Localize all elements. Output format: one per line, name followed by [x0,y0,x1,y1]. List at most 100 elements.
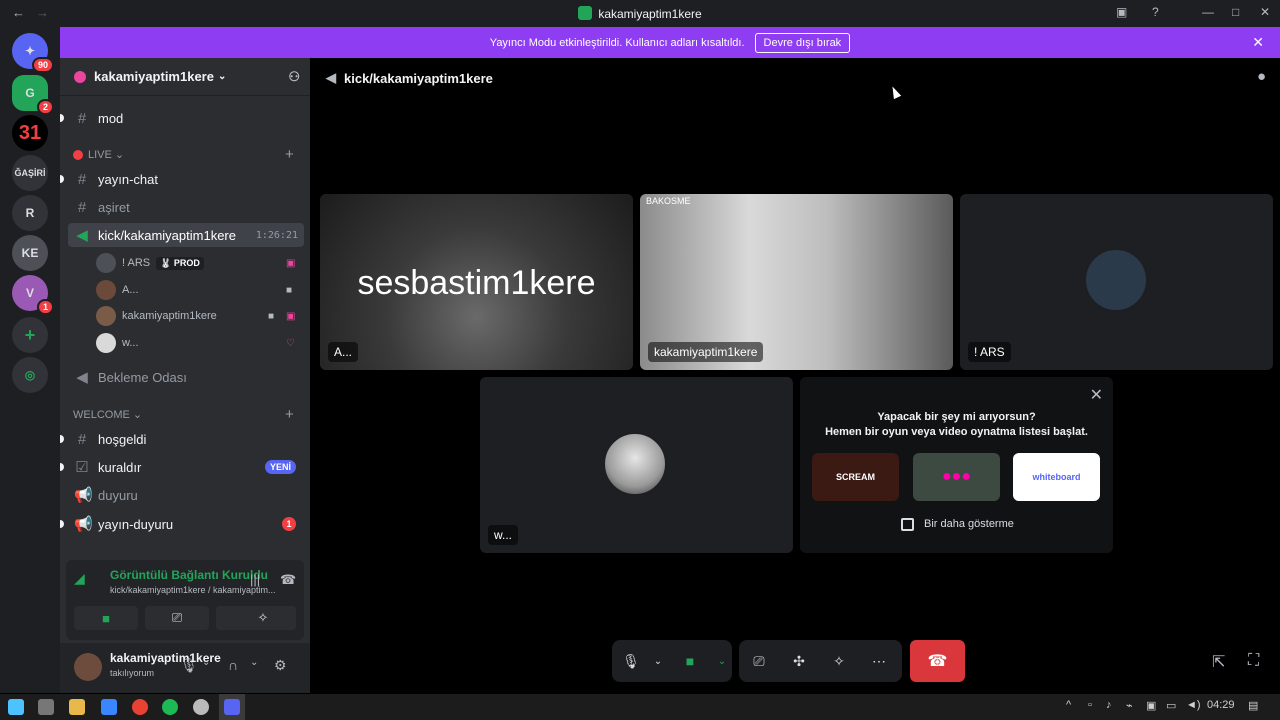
tray-usb-icon[interactable]: ⌁ [1126,699,1133,712]
voice-user[interactable]: kakamiyaptim1kere ■ ▣ [96,303,300,329]
disconnect-icon[interactable]: ☎ [280,572,296,588]
popout-icon[interactable]: ⇱ [1212,652,1225,672]
activity-card[interactable]: SCREAM [812,453,899,501]
server-icon-31[interactable]: 31 [12,115,48,151]
spotify-icon[interactable] [162,699,178,715]
add-channel-icon[interactable]: + [285,406,294,423]
voice-user[interactable]: w... ♡ [96,330,300,356]
disable-streamer-mode-button[interactable]: Devre dışı bırak [754,32,851,53]
avatar [96,253,116,273]
discord-icon[interactable] [224,699,240,715]
vscode-icon[interactable] [101,699,117,715]
voice-user[interactable]: A... ■ [96,277,300,303]
tray-app-icon[interactable]: ▫ [1088,699,1092,711]
server-icon-v[interactable]: V1 [12,275,54,315]
channel-kuraldir[interactable]: ☑ kuraldır YENİ [60,455,304,479]
avatar [1084,248,1148,312]
activity-card[interactable]: whiteboard [1013,453,1100,501]
tray-network-icon[interactable]: ▣ [1146,699,1156,712]
notification-icon[interactable]: ▤ [1248,699,1258,712]
chevron-down-icon[interactable]: ⌄ [714,656,730,667]
screen-share-icon[interactable]: ⎚ [739,653,779,670]
channel-duyuru[interactable]: 📢 duyuru [68,483,304,507]
soundboard-icon[interactable]: ✧ [819,653,859,670]
category-live[interactable]: LIVE ⌄ + [73,146,294,163]
tray-mic-icon[interactable]: ♪ [1106,699,1112,711]
server-icon-r[interactable]: R [12,195,48,231]
video-tile[interactable]: BAKOSME kakamiyaptim1kere [640,194,953,370]
channel-asiret[interactable]: # aşiret [68,195,304,219]
leave-call-button[interactable]: ☎ [910,640,965,682]
video-tile[interactable]: ! ARS [960,194,1273,370]
steam-icon[interactable] [193,699,209,715]
help-icon[interactable]: ? [1152,5,1159,19]
channel-yayin-chat[interactable]: # yayın-chat [60,167,304,191]
channel-hosgeldi[interactable]: # hoşgeldi [60,427,304,451]
chevron-down-icon[interactable]: ⌄ [650,656,666,667]
streaming-icon: ▣ [286,310,296,322]
file-explorer-icon[interactable] [69,699,85,715]
screen-share-button[interactable]: ⎚ [145,606,209,630]
add-server-icon[interactable]: + [12,317,48,353]
server-header[interactable]: kakamiyaptim1kere ⌄ ⚇ [60,58,310,96]
call-actions: ⎚ ✣ ✧ ⋯ [739,640,902,682]
camera-icon[interactable]: ■ [666,653,714,669]
close-window-icon[interactable]: ✕ [1260,5,1270,19]
chevron-down-icon[interactable]: ⌄ [202,657,210,668]
discover-icon[interactable]: ◎ [12,357,48,393]
server-icon-gasiri[interactable]: ĞAŞİRİ [12,155,48,191]
tray-volume-icon[interactable]: ◄) [1186,699,1201,711]
minimize-icon[interactable]: — [1202,5,1214,19]
fullscreen-icon[interactable]: ⛶ [1248,652,1259,670]
channel-voice-active[interactable]: ◀ kick/kakamiyaptim1kere 1:26:21 [68,223,304,247]
headphones-icon[interactable]: ∩ [228,657,238,673]
connection-status[interactable]: Görüntülü Bağlantı Kuruldu [110,568,268,582]
chrome-icon[interactable] [132,699,148,715]
chevron-down-icon[interactable]: ⌄ [250,657,258,668]
camera-toggle-button[interactable]: ■ [74,606,138,630]
close-icon[interactable]: ✕ [1252,34,1264,51]
gear-icon[interactable]: ⚙ [274,657,287,674]
soundboard-button[interactable]: ✧ [230,606,296,630]
channel-yayin-duyuru[interactable]: 📢 yayın-duyuru 1 [60,512,304,536]
task-view-icon[interactable] [38,699,54,715]
participant-name: ! ARS [968,342,1011,362]
connection-location[interactable]: kick/kakamiyaptim1kere / kakamiyaptim... [110,585,290,595]
video-tile[interactable]: sesbastim1kere A... [320,194,633,370]
activities-icon[interactable]: ✣ [779,653,819,670]
camera-icon: ■ [286,284,293,296]
noise-suppression-icon[interactable]: ||| [250,572,260,587]
window-title: kakamiyaptim1kere [0,6,1280,21]
dont-show-checkbox[interactable] [901,518,914,531]
avatar [96,306,116,326]
server-icon-active[interactable]: G2 [12,75,54,115]
video-tile[interactable]: w... [480,377,793,553]
windows-start-icon[interactable] [8,699,24,715]
close-icon[interactable]: ✕ [1090,385,1103,405]
chat-bubble-icon[interactable]: ● [1257,68,1266,85]
hash-icon: # [77,430,87,448]
inbox-icon[interactable]: ▣ [1116,5,1127,19]
clock[interactable]: 04:29 [1207,699,1235,711]
participant-name: A... [328,342,359,362]
home-icon[interactable]: ✦ 90 [12,33,54,73]
server-folder-icon[interactable]: KE [12,235,48,271]
tray-display-icon[interactable]: ▭ [1166,699,1176,712]
category-welcome[interactable]: WELCOME ⌄ + [73,406,294,423]
activity-card[interactable]: ●●● [913,453,1000,501]
avatar[interactable] [74,653,102,681]
role-badge: 🐰 PROD [156,256,204,270]
invite-icon[interactable]: ⚇ [288,69,300,85]
more-options-icon[interactable]: ⋯ [859,653,899,670]
rules-icon: ☑ [75,459,89,476]
maximize-icon[interactable]: □ [1232,5,1239,19]
add-channel-icon[interactable]: + [285,146,294,163]
microphone-icon[interactable]: 🎙 [180,657,198,674]
channel-waiting-room[interactable]: ◀ Bekleme Odası [68,365,304,389]
microphone-icon[interactable]: 🎙 [612,653,650,670]
channel-mod[interactable]: # mod [60,106,304,130]
hash-icon: # [77,170,87,188]
camera-icon: ■ [268,310,275,322]
tray-chevron-icon[interactable]: ^ [1066,699,1071,711]
voice-user[interactable]: ! ARS 🐰 PROD ▣ [96,250,300,276]
